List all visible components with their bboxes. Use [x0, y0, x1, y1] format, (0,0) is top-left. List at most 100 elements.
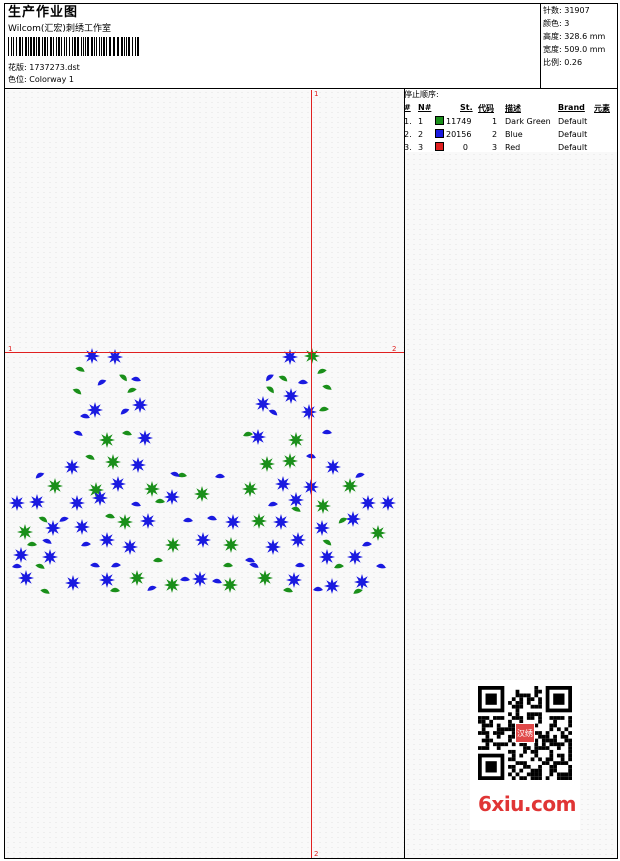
motif-leaf — [283, 587, 293, 593]
motif-leaf — [59, 516, 69, 522]
guide-label-v-top: 1 — [314, 90, 319, 98]
motif-star — [304, 348, 320, 364]
stop-cell-code: 1 — [492, 117, 498, 126]
motif-leaf — [153, 557, 163, 563]
motif-leaf — [105, 513, 115, 519]
motif-leaf — [12, 563, 22, 569]
stat-width: 宽度: 509.0 mm — [543, 45, 606, 54]
motif-leaf — [120, 408, 130, 415]
motif-leaf — [127, 387, 137, 393]
motif-leaf — [38, 516, 48, 523]
motif-star — [165, 537, 181, 553]
colorway-line: 色位: Colorway 1 — [8, 76, 74, 84]
motif-leaf — [27, 541, 37, 547]
motif-star — [99, 532, 115, 548]
motif-leaf — [268, 409, 278, 416]
stop-row[interactable]: 3. 3 0 3 Red Default — [404, 141, 616, 153]
stat-height: 高度: 328.6 mm — [543, 32, 606, 41]
motif-star — [13, 547, 29, 563]
motif-star — [282, 453, 298, 469]
motif-leaf — [278, 375, 288, 382]
motif-star — [69, 495, 85, 511]
stop-row[interactable]: 1. 1 11749 1 Dark Green Default — [404, 115, 616, 127]
stop-cell-code: 2 — [492, 130, 498, 139]
motif-star — [301, 404, 317, 420]
stop-cell-desc: Red — [505, 143, 521, 152]
col-n: N# — [418, 103, 432, 112]
motif-star — [195, 532, 211, 548]
stop-cell-desc: Dark Green — [505, 117, 551, 126]
stat-scale: 比例: 0.26 — [543, 58, 583, 67]
motif-star — [265, 539, 281, 555]
col-brand: Brand — [558, 103, 585, 112]
motif-leaf — [207, 515, 217, 521]
stop-cell-brand: Default — [558, 130, 588, 139]
motif-leaf — [111, 562, 121, 568]
motif-leaf — [334, 563, 344, 569]
header-divider — [4, 88, 618, 89]
motif-star — [105, 454, 121, 470]
motif-star — [140, 513, 156, 529]
col-stitches: St. — [460, 103, 473, 112]
pattern-value: 1737273.dst — [29, 63, 80, 72]
col-index: # — [404, 103, 411, 112]
motif-star — [129, 570, 145, 586]
motif-leaf — [35, 472, 45, 479]
motif-leaf — [245, 557, 255, 563]
motif-star — [360, 495, 376, 511]
stop-row[interactable]: 2. 2 20156 2 Blue Default — [404, 128, 616, 140]
motif-star — [223, 537, 239, 553]
motif-leaf — [35, 563, 45, 569]
motif-star — [47, 478, 63, 494]
motif-leaf — [266, 374, 274, 382]
motif-star — [250, 429, 266, 445]
motif-star — [92, 490, 108, 506]
stop-cell-n: 1 — [418, 117, 424, 126]
stop-cell-stitches: 20156 — [446, 130, 472, 139]
motif-star — [42, 549, 58, 565]
color-swatch — [435, 129, 444, 138]
motif-star — [283, 388, 299, 404]
stop-cell-desc: Blue — [505, 130, 523, 139]
pattern-label: 花版: — [8, 63, 27, 72]
stop-cell-stitches: 11749 — [446, 117, 472, 126]
color-swatch — [435, 142, 444, 151]
motif-leaf — [298, 379, 308, 385]
motif-star — [319, 549, 335, 565]
guide-label-h-right: 2 — [392, 345, 397, 353]
motif-leaf — [355, 472, 365, 478]
motif-star — [370, 525, 386, 541]
design-canvas[interactable] — [5, 90, 404, 858]
colorway-value: Colorway 1 — [29, 75, 74, 84]
stop-cell-code: 3 — [492, 143, 498, 152]
motif-star — [315, 498, 331, 514]
horizontal-guide — [5, 352, 404, 353]
motif-star — [29, 494, 45, 510]
motif-leaf — [131, 501, 141, 507]
vertical-guide — [311, 90, 312, 858]
motif-star — [194, 486, 210, 502]
watermark-site: 6xiu.com — [478, 792, 576, 816]
stop-cell-stitches: 0 — [462, 143, 468, 152]
motif-star — [117, 514, 133, 530]
motif-leaf — [122, 430, 132, 436]
motif-star — [325, 459, 341, 475]
pattern-line: 花版: 1737273.dst — [8, 64, 80, 72]
motif-leaf — [110, 587, 120, 593]
motif-star — [222, 577, 238, 593]
motif-leaf — [353, 588, 363, 594]
motif-star — [275, 476, 291, 492]
guide-label-h-left: 1 — [8, 345, 13, 353]
motif-star — [347, 549, 363, 565]
motif-star — [225, 514, 241, 530]
motif-star — [251, 513, 267, 529]
stop-cell-brand: Default — [558, 117, 588, 126]
motif-star — [9, 495, 25, 511]
motif-leaf — [295, 562, 305, 568]
motif-star — [290, 532, 306, 548]
stop-cell-num: 2. — [404, 130, 412, 139]
motif-star — [64, 459, 80, 475]
motif-leaf — [322, 539, 332, 546]
watermark: 汉绣 6xiu.com — [470, 680, 580, 830]
motif-leaf — [322, 384, 332, 390]
